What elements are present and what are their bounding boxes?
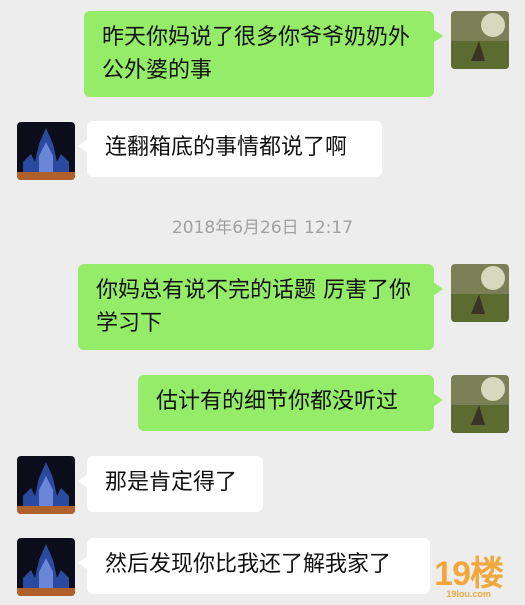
message-text: 估计有的细节你都没听过 [156, 389, 399, 414]
message-bubble-other[interactable]: 连翻箱底的事情都说了啊 [78, 121, 382, 177]
message-text: 你妈总有说不完的话题 厉害了你学习下 [96, 278, 411, 336]
nature-photo-avatar-icon [451, 11, 509, 69]
self-avatar[interactable] [451, 264, 509, 322]
message-bubble-self[interactable]: 估计有的细节你都没听过 [138, 375, 443, 431]
self-avatar[interactable] [451, 375, 509, 433]
other-avatar[interactable] [17, 456, 75, 514]
other-avatar[interactable] [17, 122, 75, 180]
message-text: 昨天你妈说了很多你爷爷奶奶外公外婆的事 [102, 25, 411, 83]
message-bubble-other[interactable]: 然后发现你比我还了解我家了 [78, 538, 430, 594]
nature-photo-avatar-icon [451, 375, 509, 433]
message-bubble-self[interactable]: 你妈总有说不完的话题 厉害了你学习下 [78, 264, 443, 350]
nature-photo-avatar-icon [451, 264, 509, 322]
castle-photo-avatar-icon [17, 538, 75, 596]
site-watermark-logo: 19楼 19lou.com [434, 546, 504, 599]
other-avatar[interactable] [17, 538, 75, 596]
message-text: 那是肯定得了 [105, 470, 238, 495]
self-avatar[interactable] [451, 11, 509, 69]
castle-photo-avatar-icon [17, 456, 75, 514]
message-bubble-self[interactable]: 昨天你妈说了很多你爷爷奶奶外公外婆的事 [84, 11, 443, 97]
watermark-text: 19楼 [434, 555, 504, 593]
message-bubble-other[interactable]: 那是肯定得了 [78, 456, 263, 512]
timestamp-divider: 2018年6月26日 12:17 [171, 218, 354, 238]
message-text: 连翻箱底的事情都说了啊 [105, 135, 348, 160]
castle-photo-avatar-icon [17, 122, 75, 180]
message-text: 然后发现你比我还了解我家了 [105, 552, 392, 577]
